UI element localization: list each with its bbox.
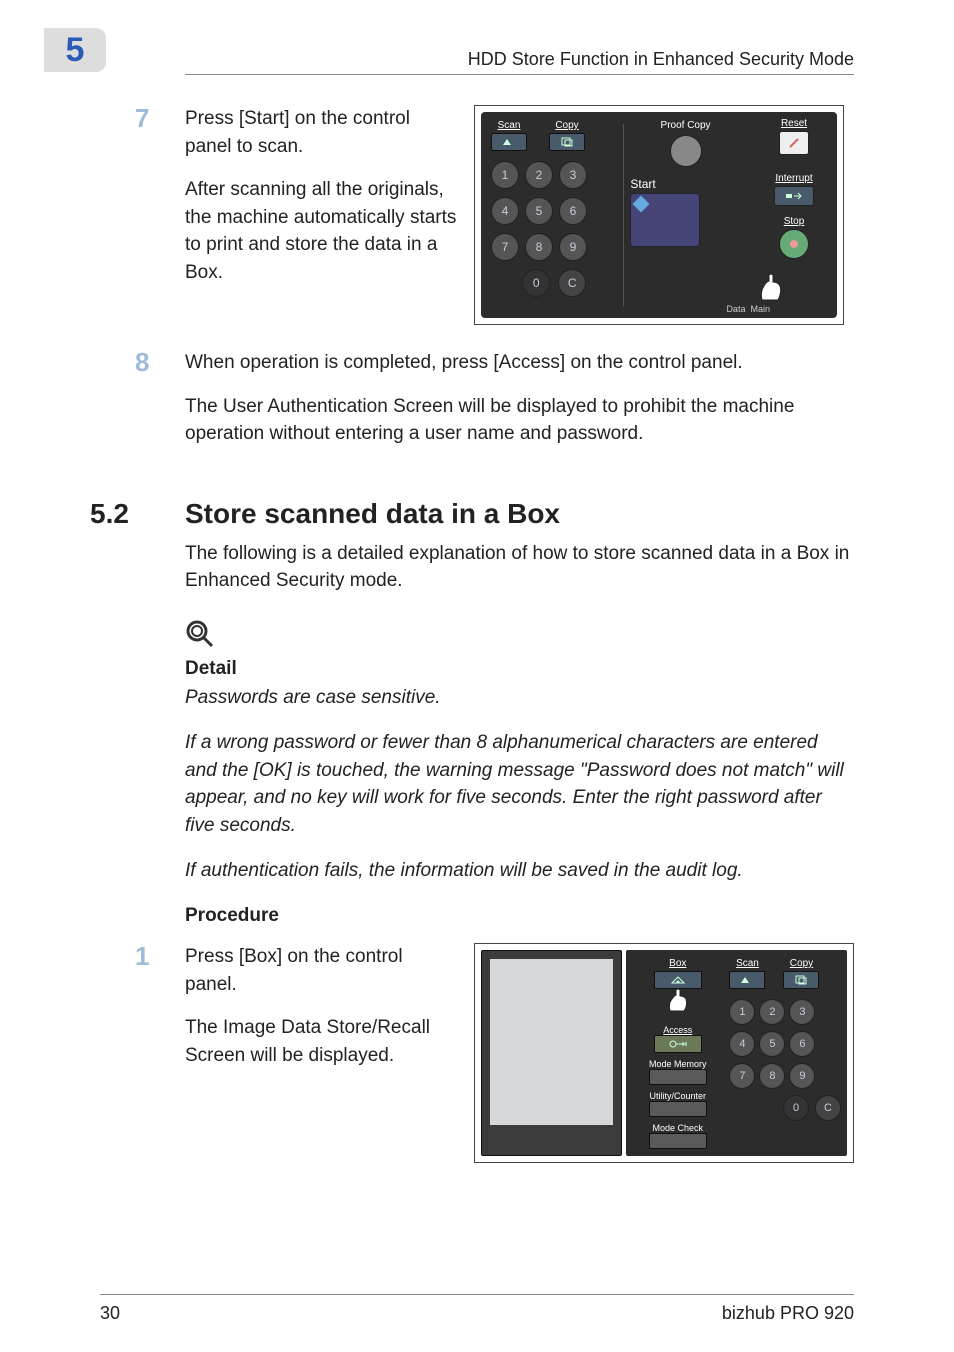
- tab-copy-label-2: Copy: [783, 958, 819, 969]
- mode-memory-block: Mode Memory: [649, 1059, 707, 1085]
- reset-block: Reset: [759, 118, 829, 155]
- detail-heading: Detail: [185, 658, 854, 680]
- tab-scan-label: Scan: [491, 120, 527, 131]
- key-3: 3: [559, 161, 587, 189]
- step-number-1: 1: [135, 943, 185, 969]
- touch-screen: [481, 950, 622, 1156]
- step7-line1: Press [Start] on the control panel to sc…: [185, 105, 458, 160]
- utility-counter-block: Utility/Counter: [649, 1091, 707, 1117]
- mode-memory-button: [649, 1069, 707, 1085]
- key2-9: 9: [789, 1063, 815, 1089]
- control-panel-illustration-start: Scan Copy: [474, 105, 844, 325]
- key2-c: C: [815, 1095, 841, 1121]
- tab-scan: Scan: [491, 120, 527, 151]
- key2-3: 3: [789, 999, 815, 1025]
- step-number-8: 8: [135, 349, 185, 375]
- header-rule: HDD Store Function in Enhanced Security …: [185, 74, 854, 75]
- detail-para-1: Passwords are case sensitive.: [185, 684, 854, 712]
- scan-icon: [491, 133, 527, 151]
- tab-copy-2: Copy: [783, 958, 819, 989]
- chapter-badge: 5: [44, 28, 106, 72]
- stop-button: [779, 229, 809, 259]
- key-5: 5: [525, 197, 553, 225]
- section-intro: The following is a detailed explanation …: [185, 540, 854, 595]
- tab-scan-label-2: Scan: [729, 958, 765, 969]
- tab-box: Box: [634, 958, 721, 989]
- key-9: 9: [559, 233, 587, 261]
- section-number: 5.2: [90, 498, 185, 530]
- mode-check-button: [649, 1133, 707, 1149]
- numeric-keypad: 1 2 3 4 5 6 7 8 9: [491, 161, 617, 261]
- step1-line1: Press [Box] on the control panel.: [185, 943, 458, 998]
- key2-8: 8: [759, 1063, 785, 1089]
- step8-line2: The User Authentication Screen will be d…: [185, 393, 854, 448]
- scan-icon-2: [729, 971, 765, 989]
- key-0: 0: [522, 269, 550, 297]
- start-button: [630, 193, 700, 247]
- interrupt-block: Interrupt: [759, 173, 829, 206]
- reset-label: Reset: [781, 118, 807, 129]
- key-7: 7: [491, 233, 519, 261]
- page-number: 30: [100, 1303, 120, 1324]
- pointing-hand-icon: [665, 987, 691, 1013]
- copy-icon: [549, 133, 585, 151]
- reset-button: [779, 131, 809, 155]
- tab-copy: Copy: [549, 120, 585, 151]
- step7-line2: After scanning all the originals, the ma…: [185, 176, 458, 286]
- detail-para-2: If a wrong password or fewer than 8 alph…: [185, 729, 854, 839]
- start-label: Start: [630, 177, 740, 191]
- magnifier-icon: [185, 619, 215, 649]
- key-6: 6: [559, 197, 587, 225]
- running-header: HDD Store Function in Enhanced Security …: [468, 49, 854, 70]
- key2-5: 5: [759, 1031, 785, 1057]
- section-title: Store scanned data in a Box: [185, 498, 560, 530]
- tab-box-label: Box: [634, 958, 721, 969]
- interrupt-button: [774, 186, 814, 206]
- data-indicator-label: Data Main: [726, 304, 770, 314]
- key2-0: 0: [783, 1095, 809, 1121]
- access-block: Access: [654, 1025, 702, 1053]
- key-c: C: [558, 269, 586, 297]
- control-panel-illustration-box: Box Access: [474, 943, 854, 1163]
- proof-copy-button: [670, 135, 702, 167]
- utility-counter-label: Utility/Counter: [649, 1091, 707, 1101]
- diamond-icon: [633, 196, 650, 213]
- key-8: 8: [525, 233, 553, 261]
- step1-line2: The Image Data Store/Recall Screen will …: [185, 1014, 458, 1069]
- detail-para-3: If authentication fails, the information…: [185, 857, 854, 885]
- procedure-heading: Procedure: [185, 905, 854, 927]
- step-number-7: 7: [135, 105, 185, 131]
- key-1: 1: [491, 161, 519, 189]
- access-button: [654, 1035, 702, 1053]
- key2-6: 6: [789, 1031, 815, 1057]
- copy-icon-2: [783, 971, 819, 989]
- key2-1: 1: [729, 999, 755, 1025]
- step8-line1: When operation is completed, press [Acce…: [185, 349, 854, 377]
- tab-scan-2: Scan: [729, 958, 765, 989]
- numeric-keypad-2: 1 2 3 4 5 6 7 8 9: [729, 999, 841, 1089]
- pointing-hand-icon: [756, 272, 786, 302]
- key2-2: 2: [759, 999, 785, 1025]
- stop-block: Stop: [759, 216, 829, 259]
- mode-check-block: Mode Check: [649, 1123, 707, 1149]
- mode-check-label: Mode Check: [649, 1123, 707, 1133]
- product-name: bizhub PRO 920: [722, 1303, 854, 1324]
- utility-counter-button: [649, 1101, 707, 1117]
- tab-copy-label: Copy: [549, 120, 585, 131]
- key-2: 2: [525, 161, 553, 189]
- key2-7: 7: [729, 1063, 755, 1089]
- stop-label: Stop: [784, 216, 805, 227]
- key-4: 4: [491, 197, 519, 225]
- access-label: Access: [654, 1025, 702, 1035]
- mode-memory-label: Mode Memory: [649, 1059, 707, 1069]
- key2-4: 4: [729, 1031, 755, 1057]
- proof-copy-label: Proof Copy: [630, 120, 740, 131]
- interrupt-label: Interrupt: [775, 173, 812, 184]
